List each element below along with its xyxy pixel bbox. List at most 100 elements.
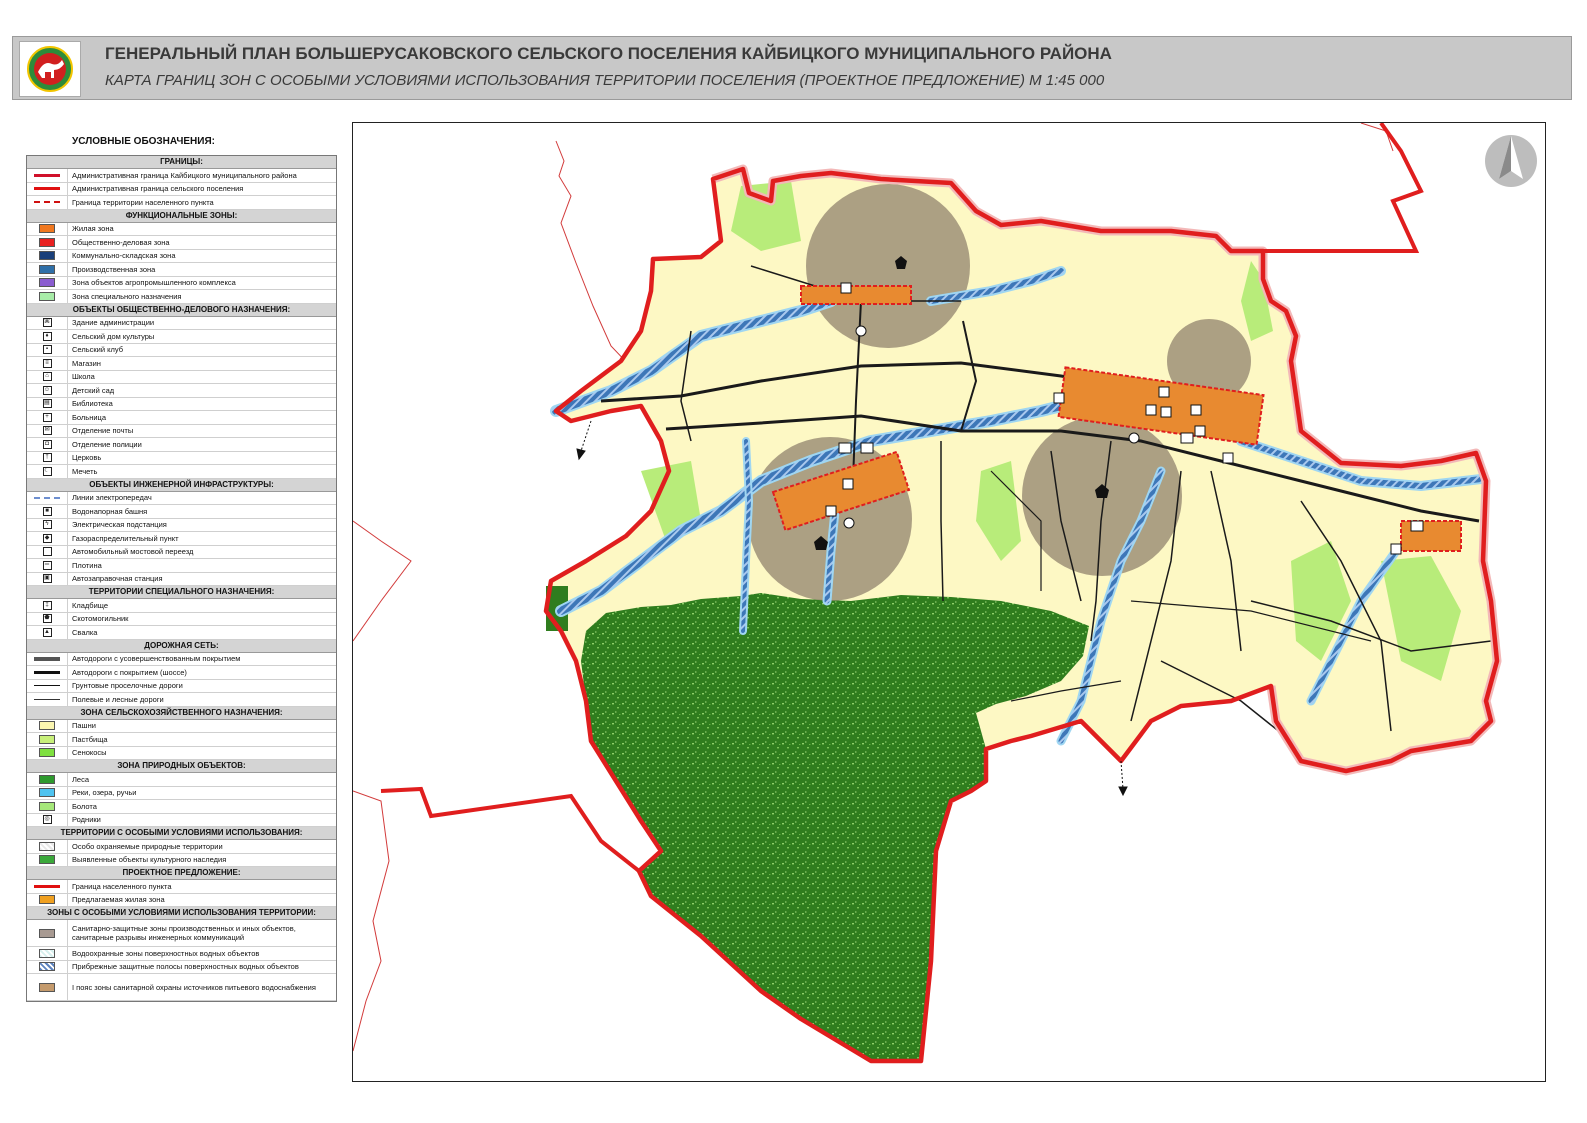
legend-symbol-mark — [39, 278, 55, 288]
legend-symbol — [27, 947, 68, 960]
legend-label: Линии электропередач — [72, 493, 152, 503]
legend-label: Сенокосы — [72, 748, 107, 758]
legend-label: Производственная зона — [72, 264, 156, 274]
legend-symbol-mark: ≡ — [42, 358, 52, 368]
legend-symbol-mark — [39, 948, 55, 958]
legend-label: Граница населенного пункта — [72, 881, 172, 891]
legend-symbol-mark — [39, 928, 55, 938]
legend-symbol — [27, 249, 68, 262]
legend-symbol-mark: ═ — [42, 560, 52, 570]
legend-item: Полевые и лесные дороги — [27, 693, 336, 707]
legend-symbol-mark — [42, 547, 52, 557]
title-bar: ГЕНЕРАЛЬНЫЙ ПЛАН БОЛЬШЕРУСАКОВСКОГО СЕЛЬ… — [12, 36, 1572, 100]
legend-symbol-mark — [39, 895, 55, 905]
legend-symbol-mark: ☾ — [42, 466, 52, 476]
legend-symbol — [27, 290, 68, 303]
legend-symbol-mark: ‡ — [42, 600, 52, 610]
cemetery-cross-icon-3 — [1180, 432, 1194, 444]
legend-item: Зона специального назначения — [27, 290, 336, 304]
legend-symbol — [27, 263, 68, 276]
legend-section-title: ОБЪЕКТЫ ОБЩЕСТВЕННО-ДЕЛОВОГО НАЗНАЧЕНИЯ: — [27, 303, 336, 317]
legend-symbol: ⬟ — [27, 612, 68, 625]
legend-symbol-mark — [39, 748, 55, 758]
map-subtitle: КАРТА ГРАНИЦ ЗОН С ОСОБЫМИ УСЛОВИЯМИ ИСП… — [105, 72, 1105, 89]
legend-label: Санитарно-защитные зоны производственных… — [72, 924, 296, 942]
legend-item: Линии электропередач — [27, 491, 336, 505]
legend-item: Автодороги с покрытием (шоссе) — [27, 666, 336, 680]
legend-label: I пояс зоны санитарной охраны источников… — [72, 982, 316, 992]
district-boundary-sw — [380, 786, 641, 873]
legend-item: Жилая зона — [27, 222, 336, 236]
legend-section-title: ЗОНА ПРИРОДНЫХ ОБЪЕКТОВ: — [27, 760, 336, 773]
legend-item: ▲ Свалка — [27, 626, 336, 640]
legend-symbol — [27, 974, 68, 1000]
legend-item: ☺ Детский сад — [27, 384, 336, 398]
legend-symbol — [27, 236, 68, 249]
legend-label: Отделение почты — [72, 426, 134, 436]
legend-item: Автодороги с усовершенствованным покрыти… — [27, 652, 336, 666]
legend-symbol-mark — [39, 801, 55, 811]
legend-item: ♦ Сельский дом культуры — [27, 330, 336, 344]
legend-label: Свалка — [72, 627, 98, 637]
legend-section-title: ПРОЕКТНОЕ ПРЕДЛОЖЕНИЕ: — [27, 867, 336, 880]
legend-symbol — [27, 853, 68, 866]
district-boundary-ne — [1263, 123, 1424, 253]
legend-label: Электрическая подстанция — [72, 520, 167, 530]
legend-label: Кладбище — [72, 600, 109, 610]
legend-symbol-mark: † — [42, 453, 52, 463]
legend-symbol-mark — [34, 187, 60, 191]
legend-label: Граница территории населенного пункта — [72, 197, 214, 207]
legend-label: Родники — [72, 815, 101, 825]
legend-label: Автодороги с усовершенствованным покрыти… — [72, 654, 241, 664]
legend-item: Выявленные объекты культурного наследия — [27, 853, 336, 867]
legend-symbol: ✉ — [27, 424, 68, 437]
legend-symbol-mark: ◘ — [42, 439, 52, 449]
legend-symbol-mark — [39, 855, 55, 865]
legend-symbol-mark: ◎ — [42, 815, 52, 825]
legend-item: ◆ Газораспределительный пункт — [27, 532, 336, 546]
store-icon-3 — [1160, 406, 1172, 418]
legend-item: Административная граница Кайбицкого муни… — [27, 169, 336, 183]
cemetery-cross-icon — [838, 442, 852, 454]
legend-symbol-mark — [34, 201, 60, 204]
legend-label: Автодороги с покрытием (шоссе) — [72, 667, 187, 677]
legend-symbol — [27, 545, 68, 558]
legend-symbol-mark: ◆ — [42, 533, 52, 543]
legend-symbol-mark — [34, 173, 60, 177]
legend-item: ‡ Кладбище — [27, 599, 336, 613]
substation-icon-3 — [1158, 386, 1170, 398]
legend-symbol-mark — [39, 734, 55, 744]
gas-point-icon-2 — [1128, 432, 1140, 444]
map-title: ГЕНЕРАЛЬНЫЙ ПЛАН БОЛЬШЕРУСАКОВСКОГО СЕЛЬ… — [105, 44, 1112, 63]
legend-label: Административная граница Кайбицкого муни… — [72, 170, 297, 180]
legend-item: Зона объектов агропромышленного комплекс… — [27, 276, 336, 290]
map-canvas — [353, 123, 1537, 1064]
legend-item: ⬟ Скотомогильник — [27, 612, 336, 626]
legend-symbol: ϟ — [27, 518, 68, 531]
legend-item: Административная граница сельского посел… — [27, 182, 336, 196]
legend-symbol: ═ — [27, 559, 68, 572]
legend-symbol-mark — [39, 841, 55, 851]
cemetery-cross-icon-4 — [1410, 520, 1424, 532]
legend-panel: ГРАНИЦЫ: Административная граница Кайбицк… — [26, 155, 337, 1002]
mosque-icon — [1194, 425, 1206, 437]
forest-area — [581, 593, 1089, 1059]
legend-symbol — [27, 960, 68, 973]
legend-symbol — [27, 840, 68, 853]
legend-label: Административная граница сельского посел… — [72, 184, 244, 194]
legend-item: Грунтовые проселочные дороги — [27, 679, 336, 693]
legend-symbol — [27, 786, 68, 799]
legend-item: ϟ Электрическая подстанция — [27, 518, 336, 532]
legend-label: Сельский дом культуры — [72, 331, 155, 341]
legend-symbol-mark — [34, 656, 60, 661]
legend-symbol: ■ — [27, 505, 68, 518]
legend-symbol: ⌘ — [27, 316, 68, 329]
legend-symbol-mark — [39, 774, 55, 784]
legend-item: Реки, озера, ручьи — [27, 786, 336, 800]
district-outer-line-south — [353, 790, 390, 1052]
legend-label: Сельский клуб — [72, 345, 123, 355]
legend-label: Автозаправочная станция — [72, 574, 163, 584]
legend-symbol-mark — [39, 721, 55, 731]
legend-symbol-mark: ▲ — [42, 627, 52, 637]
legend-symbol-mark: ▣ — [42, 574, 52, 584]
